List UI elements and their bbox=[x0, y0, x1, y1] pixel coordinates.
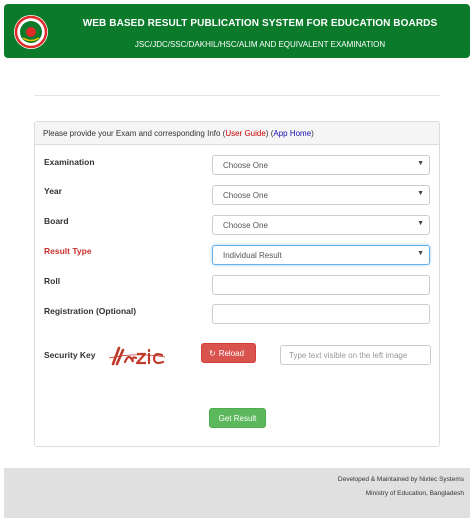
footer-developer-text: Developed & Maintained by Nixtec Systems bbox=[337, 476, 464, 483]
captcha-input[interactable]: Type text visible on the left image bbox=[280, 345, 431, 365]
form-heading: Please provide your Exam and correspondi… bbox=[35, 122, 439, 145]
header-subtitle: JSC/JDC/SSC/DAKHIL/HSC/ALIM AND EQUIVALE… bbox=[134, 40, 386, 49]
year-label: Year bbox=[44, 186, 62, 196]
chevron-down-icon: ▼ bbox=[417, 190, 424, 197]
reload-captcha-button[interactable]: ↻ Reload bbox=[201, 343, 256, 363]
result-publication-page: WEB BASED RESULT PUBLICATION SYSTEM FOR … bbox=[0, 0, 474, 524]
result-type-select-value: Individual Result bbox=[223, 251, 282, 260]
result-form-panel: Please provide your Exam and correspondi… bbox=[34, 121, 440, 447]
header-title: WEB BASED RESULT PUBLICATION SYSTEM FOR … bbox=[82, 18, 438, 29]
form-intro-close-paren: ) bbox=[265, 129, 269, 138]
result-type-label: Result Type bbox=[44, 246, 92, 256]
board-label: Board bbox=[44, 216, 69, 226]
roll-label: Roll bbox=[44, 276, 61, 286]
chevron-down-icon: ▼ bbox=[417, 250, 424, 257]
chevron-down-icon: ▼ bbox=[417, 160, 424, 167]
header-bar: WEB BASED RESULT PUBLICATION SYSTEM FOR … bbox=[4, 4, 470, 58]
registration-input[interactable] bbox=[212, 304, 430, 324]
app-home-link[interactable]: App Home bbox=[273, 129, 311, 138]
chevron-down-icon: ▼ bbox=[417, 220, 424, 227]
footer-ministry-text: Ministry of Education, Bangladesh bbox=[365, 490, 464, 497]
year-select-value: Choose One bbox=[223, 191, 268, 200]
security-key-label: Security Key bbox=[44, 350, 96, 360]
board-select[interactable]: Choose One ▼ bbox=[212, 215, 430, 235]
reload-label: Reload bbox=[218, 349, 245, 358]
registration-label: Registration (Optional) bbox=[44, 306, 137, 316]
captcha-image bbox=[108, 346, 166, 366]
footer: Developed & Maintained by Nixtec Systems… bbox=[4, 468, 470, 518]
get-result-button[interactable]: Get Result bbox=[209, 408, 266, 428]
government-seal-icon bbox=[14, 15, 48, 49]
roll-input[interactable] bbox=[212, 275, 430, 295]
form-intro-close-paren-2: ) bbox=[311, 129, 314, 138]
examination-select-value: Choose One bbox=[223, 161, 268, 170]
examination-label: Examination bbox=[44, 157, 95, 167]
user-guide-link[interactable]: User Guide bbox=[225, 129, 265, 138]
divider-line bbox=[34, 95, 440, 96]
year-select[interactable]: Choose One ▼ bbox=[212, 185, 430, 205]
form-intro-text: Please provide your Exam and correspondi… bbox=[43, 129, 226, 138]
result-type-select[interactable]: Individual Result ▼ bbox=[212, 245, 430, 265]
examination-select[interactable]: Choose One ▼ bbox=[212, 155, 430, 175]
refresh-icon: ↻ bbox=[209, 349, 216, 358]
board-select-value: Choose One bbox=[223, 221, 268, 230]
